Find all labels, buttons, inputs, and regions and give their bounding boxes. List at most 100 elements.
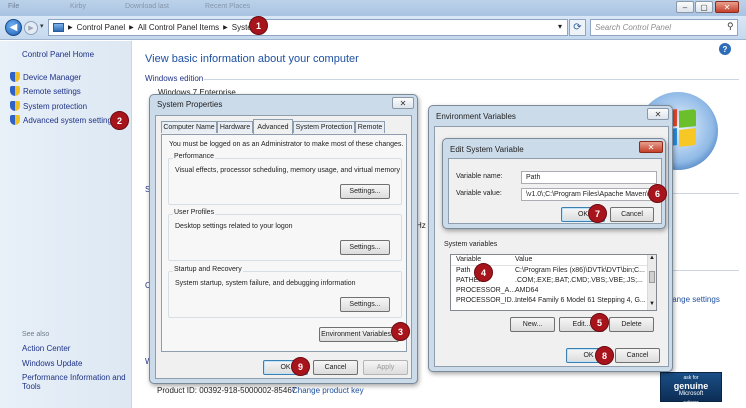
tab-computer-name[interactable]: Computer Name xyxy=(161,121,217,133)
performance-group: Performance Visual effects, processor sc… xyxy=(168,153,402,205)
genuine-brand: Microsoft xyxy=(678,391,704,397)
genuine-microsoft-badge[interactable]: ask for genuine Microsoft software xyxy=(660,372,722,404)
sidebar-home-link[interactable]: Control Panel Home xyxy=(22,50,94,59)
sidebar-item-label: Remote settings xyxy=(23,86,81,96)
sidebar-item-label: Device Manager xyxy=(23,72,82,82)
sidebar-item-advanced-system-settings[interactable]: Advanced system settings xyxy=(10,115,116,125)
variable-name-field[interactable]: Path xyxy=(521,171,657,184)
column-variable[interactable]: Variable xyxy=(456,256,481,263)
environment-variables-button[interactable]: Environment Variables... xyxy=(319,327,399,342)
refresh-button[interactable]: ⟳ xyxy=(569,19,586,36)
performance-settings-button[interactable]: Settings... xyxy=(340,184,390,199)
user-profiles-label: User Profiles xyxy=(173,209,216,216)
sidebar: Control Panel Home Device Manager Remote… xyxy=(0,41,132,408)
row-value: Intel64 Family 6 Model 61 Stepping 4, G.… xyxy=(515,297,646,304)
column-value[interactable]: Value xyxy=(515,256,532,263)
tab-advanced[interactable]: Advanced xyxy=(253,119,293,134)
address-dropdown-icon[interactable]: ▾ xyxy=(558,22,562,31)
performance-label: Performance xyxy=(173,153,216,160)
new-variable-button[interactable]: New... xyxy=(510,317,555,332)
forward-arrow-icon: ▶ xyxy=(28,25,34,32)
system-properties-title: System Properties xyxy=(157,100,223,109)
control-panel-icon xyxy=(53,23,64,32)
step-badge-1: 1 xyxy=(249,16,268,35)
row-value: .COM;.EXE;.BAT;.CMD;.VBS;.VBE;.JS;... xyxy=(515,277,643,284)
shield-icon xyxy=(10,101,20,111)
environment-variables-title: Environment Variables xyxy=(436,112,516,121)
page-title: View basic information about your comput… xyxy=(145,53,359,65)
see-also-performance-info[interactable]: Performance Information and Tools xyxy=(22,373,126,391)
breadcrumb-control-panel[interactable]: Control Panel xyxy=(77,23,125,32)
logo-yellow xyxy=(679,128,696,147)
history-dropdown-icon[interactable]: ▾ xyxy=(40,22,44,30)
address-bar-row: ◀ ▶ ▾ ▶ Control Panel ▶ All Control Pane… xyxy=(0,16,746,40)
back-button[interactable]: ◀ xyxy=(5,19,22,36)
change-product-key-link[interactable]: Change product key xyxy=(292,386,364,395)
search-placeholder: Search Control Panel xyxy=(595,23,672,32)
sidebar-item-device-manager[interactable]: Device Manager xyxy=(10,72,81,82)
row-value: AMD64 xyxy=(515,287,539,294)
sidebar-item-system-protection[interactable]: System protection xyxy=(10,101,87,111)
edit-variable-cancel-button[interactable]: Cancel xyxy=(610,207,654,222)
step-badge-9: 9 xyxy=(291,357,310,376)
scroll-thumb[interactable] xyxy=(649,271,655,283)
variable-value-field[interactable]: \v1.0\;C:\Program Files\Apache Maven\bin xyxy=(521,188,657,201)
edit-variable-close-button[interactable]: ✕ xyxy=(639,141,663,153)
row-variable: Path xyxy=(456,267,471,274)
delete-variable-button[interactable]: Delete xyxy=(609,317,654,332)
system-properties-close-button[interactable]: ✕ xyxy=(392,97,414,109)
search-input[interactable]: Search Control Panel xyxy=(590,19,738,36)
sidebar-item-label: System protection xyxy=(23,101,88,111)
startup-recovery-group: Startup and Recovery System startup, sys… xyxy=(168,266,402,318)
scroll-down-icon[interactable]: ▼ xyxy=(649,301,655,307)
logo-green xyxy=(679,109,696,128)
environment-variables-close-button[interactable]: ✕ xyxy=(647,108,669,120)
step-badge-7: 7 xyxy=(588,204,607,223)
back-arrow-icon: ◀ xyxy=(9,22,18,33)
breadcrumb-sep-icon: ▶ xyxy=(68,25,73,31)
tab-remote[interactable]: Remote xyxy=(355,121,385,133)
genuine-bottom: software xyxy=(683,399,699,404)
system-variables-header: System variables xyxy=(444,241,498,248)
variable-value-label: Variable value: xyxy=(456,190,502,197)
row-value: C:\Program Files (x86)\DVTk\DVT\bin;C... xyxy=(515,267,645,274)
row-variable: PROCESSOR_ID... xyxy=(456,297,518,304)
edit-variable-body: Variable name: Path Variable value: \v1.… xyxy=(448,158,662,224)
minimize-button[interactable]: – xyxy=(676,1,694,13)
performance-text: Visual effects, processor scheduling, me… xyxy=(175,167,401,174)
system-properties-body: Computer Name Hardware Advanced System P… xyxy=(155,115,412,379)
breadcrumb-all-items[interactable]: All Control Panel Items xyxy=(138,23,219,32)
table-row[interactable]: PROCESSOR_ID... Intel64 Family 6 Model 6… xyxy=(456,297,656,307)
sidebar-item-remote-settings[interactable]: Remote settings xyxy=(10,86,81,96)
system-properties-cancel-button[interactable]: Cancel xyxy=(313,360,358,375)
title-strip: File Kirby Download last Recent Places –… xyxy=(0,0,746,16)
startup-recovery-settings-button[interactable]: Settings... xyxy=(340,297,390,312)
maximize-button[interactable]: ▢ xyxy=(695,1,713,13)
close-button[interactable]: ✕ xyxy=(715,1,739,13)
environment-variables-cancel-button[interactable]: Cancel xyxy=(615,348,660,363)
caption-file: File xyxy=(8,3,20,10)
tab-system-protection[interactable]: System Protection xyxy=(293,121,355,133)
step-badge-5: 5 xyxy=(590,313,609,332)
edit-system-variable-dialog: Edit System Variable ✕ Variable name: Pa… xyxy=(442,138,666,229)
caption-faded-2: Download last xyxy=(125,3,169,10)
help-icon[interactable]: ? xyxy=(719,43,731,55)
scroll-up-icon[interactable]: ▲ xyxy=(649,255,655,261)
list-scrollbar[interactable]: ▲ ▼ xyxy=(647,255,656,310)
step-badge-3: 3 xyxy=(391,322,410,341)
edition-header: Windows edition xyxy=(145,74,204,83)
see-also-windows-update[interactable]: Windows Update xyxy=(22,359,82,368)
tab-panel: You must be logged on as an Administrato… xyxy=(161,134,407,352)
see-also-action-center[interactable]: Action Center xyxy=(22,344,70,353)
forward-button[interactable]: ▶ xyxy=(24,21,38,35)
system-properties-apply-button[interactable]: Apply xyxy=(363,360,408,375)
product-id: Product ID: 00392-918-5000002-85467 xyxy=(157,386,297,395)
search-icon[interactable]: ⚲ xyxy=(727,21,734,32)
step-badge-6: 6 xyxy=(648,184,667,203)
user-profiles-settings-button[interactable]: Settings... xyxy=(340,240,390,255)
table-row[interactable]: PROCESSOR_A... AMD64 xyxy=(456,287,656,297)
tab-hardware[interactable]: Hardware xyxy=(217,121,253,133)
address-field[interactable]: ▶ Control Panel ▶ All Control Panel Item… xyxy=(48,19,568,36)
genuine-main: genuine xyxy=(673,381,709,391)
startup-recovery-text: System startup, system failure, and debu… xyxy=(175,280,356,287)
